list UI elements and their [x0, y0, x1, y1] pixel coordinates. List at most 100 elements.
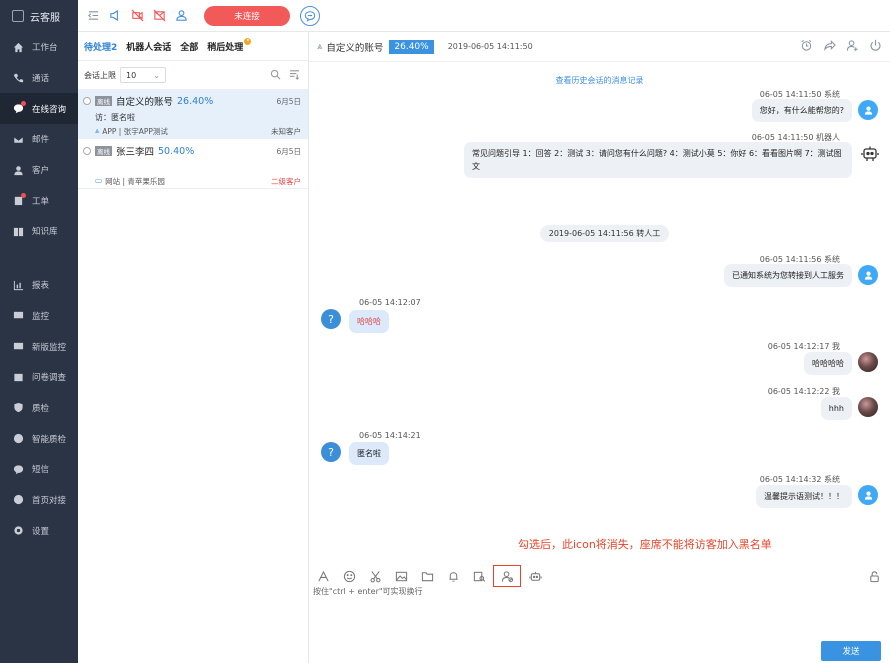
- link-icon: [12, 494, 24, 506]
- select-radio[interactable]: [83, 147, 91, 155]
- pulse-icon: [12, 341, 24, 353]
- tab-robot-sessions[interactable]: 机器人会话: [126, 40, 171, 53]
- tab-badge: •: [244, 37, 252, 45]
- bell-icon[interactable]: [445, 568, 461, 584]
- conversation-preview: [83, 162, 301, 172]
- sidebar-item-survey[interactable]: 问卷调查: [0, 362, 78, 393]
- sidebar-item-online-consult[interactable]: 在线咨询: [0, 93, 78, 125]
- system-avatar-icon: [858, 485, 878, 505]
- sidebar-item-mail[interactable]: 邮件: [0, 124, 78, 155]
- notification-dot: [21, 193, 26, 199]
- tab-all[interactable]: 全部: [180, 40, 198, 53]
- power-icon[interactable]: [869, 39, 882, 55]
- sidebar-item-quality[interactable]: 质检: [0, 393, 78, 424]
- tab-pending[interactable]: 待处理2: [84, 40, 117, 53]
- lock-icon[interactable]: [866, 568, 882, 584]
- sidebar-item-label: 通话: [32, 74, 50, 85]
- scissors-icon[interactable]: [367, 568, 383, 584]
- sidebar-item-sms[interactable]: 短信: [0, 454, 78, 485]
- image-icon[interactable]: [393, 568, 409, 584]
- app-icon: ⩓: [95, 126, 100, 135]
- sidebar-item-label: 在线咨询: [32, 104, 67, 115]
- visitor-avatar-icon: ?: [321, 309, 341, 329]
- message-bubble: 匿名啦: [349, 442, 389, 465]
- phone-icon: [12, 72, 24, 84]
- sidebar-item-label: 新版监控: [32, 342, 67, 353]
- conversation-percent: 26.40%: [177, 95, 214, 107]
- conversation-preview: 访：匿名啦: [95, 113, 135, 122]
- customer-level: 二级客户: [271, 177, 301, 186]
- conversation-item[interactable]: 离线 张三李四 50.40% 6月5日 ▭ 网站 | 青苹果乐园 二级客户: [78, 139, 308, 189]
- input-toolbar: [309, 565, 890, 587]
- brand: 云客服: [0, 0, 78, 32]
- invite-user-icon[interactable]: [846, 39, 859, 55]
- sidebar-item-smart-quality[interactable]: 智能质检: [0, 423, 78, 454]
- conversation-tabs: 待处理2 机器人会话 全部 稍后处理 •: [78, 32, 308, 61]
- sidebar-item-label: 客户: [32, 166, 50, 177]
- robot-icon[interactable]: [527, 568, 543, 584]
- user-icon: [12, 164, 24, 176]
- search-icon[interactable]: [270, 69, 281, 82]
- conversation-date: 6月5日: [276, 146, 301, 156]
- sidebar-item-new-monitor[interactable]: 新版监控: [0, 331, 78, 362]
- shield-icon: [12, 402, 24, 414]
- send-button[interactable]: 发送: [821, 641, 881, 661]
- alarm-icon[interactable]: [800, 39, 813, 55]
- sidebar-item-label: 短信: [32, 465, 50, 476]
- sidebar-item-label: 质检: [32, 403, 50, 414]
- sidebar-item-label: 设置: [32, 526, 50, 537]
- conversation-source: APP | 张宇APP测试: [102, 127, 168, 136]
- offline-tag: 离线: [95, 146, 112, 156]
- agent-avatar: [858, 352, 878, 372]
- sidebar: 云客服 工作台 通话 在线咨询 邮件 客户 工单 知识库 报表 监控 新版监控 …: [0, 0, 78, 663]
- sidebar-item-workbench[interactable]: 工作台: [0, 32, 78, 63]
- sidebar-item-calls[interactable]: 通话: [0, 63, 78, 94]
- emoji-icon[interactable]: [341, 568, 357, 584]
- folder-icon[interactable]: [419, 568, 435, 584]
- font-icon[interactable]: [315, 568, 331, 584]
- connection-status-button[interactable]: 未连接: [204, 5, 290, 26]
- session-limit-value: 10: [126, 70, 137, 80]
- monitor-icon: [12, 310, 24, 322]
- search-form-icon[interactable]: [471, 568, 487, 584]
- sidebar-item-label: 邮件: [32, 135, 50, 146]
- message-bubble: 您好，有什么能帮您的?: [751, 99, 852, 122]
- mail-off-icon[interactable]: [152, 9, 166, 23]
- sidebar-item-label: 工单: [32, 196, 50, 207]
- sidebar-item-monitor[interactable]: 监控: [0, 301, 78, 332]
- message-bubble: hhh: [820, 397, 852, 420]
- conversation-name: 张三李四: [116, 147, 155, 158]
- session-limit-select[interactable]: 10 ⌄: [120, 67, 166, 83]
- sidebar-item-label: 监控: [32, 311, 50, 322]
- sidebar-item-knowledge[interactable]: 知识库: [0, 216, 78, 247]
- speaker-icon[interactable]: [108, 9, 122, 23]
- conversation-name: 自定义的账号: [116, 97, 174, 108]
- agent-avatar: [858, 397, 878, 417]
- sort-icon[interactable]: [289, 69, 300, 82]
- chat-title: 自定义的账号: [326, 42, 384, 54]
- sidebar-item-reports[interactable]: 报表: [0, 270, 78, 301]
- sms-icon: [12, 463, 24, 475]
- session-limit-label: 会话上限: [84, 70, 116, 80]
- chat-bubble-icon[interactable]: [300, 5, 320, 26]
- robot-avatar-icon: [860, 144, 880, 164]
- blacklist-user-icon[interactable]: [493, 565, 521, 587]
- conversation-item[interactable]: 离线 自定义的账号 26.40% 6月5日 访：匿名啦 ⩓ APP | 张宇AP…: [78, 89, 308, 139]
- history-link[interactable]: 查看历史会话的消息记录: [309, 75, 890, 86]
- sidebar-item-ticket[interactable]: 工单: [0, 185, 78, 216]
- session-limit-filter: 会话上限 10 ⌄: [78, 61, 308, 89]
- message-bubble: 哈哈哈: [349, 310, 389, 333]
- users-icon[interactable]: [174, 9, 188, 23]
- select-radio[interactable]: [83, 97, 91, 105]
- system-avatar-icon: [858, 100, 878, 120]
- collapse-menu-icon[interactable]: [86, 9, 100, 23]
- sidebar-item-homepage-link[interactable]: 首页对接: [0, 485, 78, 516]
- transfer-icon[interactable]: [823, 39, 836, 55]
- sidebar-item-label: 工作台: [32, 43, 58, 54]
- visitor-avatar-icon: ?: [321, 442, 341, 462]
- sidebar-item-label: 智能质检: [32, 434, 67, 445]
- sidebar-item-customer[interactable]: 客户: [0, 155, 78, 186]
- camera-off-icon[interactable]: [130, 9, 144, 23]
- tab-later[interactable]: 稍后处理 •: [207, 37, 252, 53]
- sidebar-item-settings[interactable]: 设置: [0, 515, 78, 546]
